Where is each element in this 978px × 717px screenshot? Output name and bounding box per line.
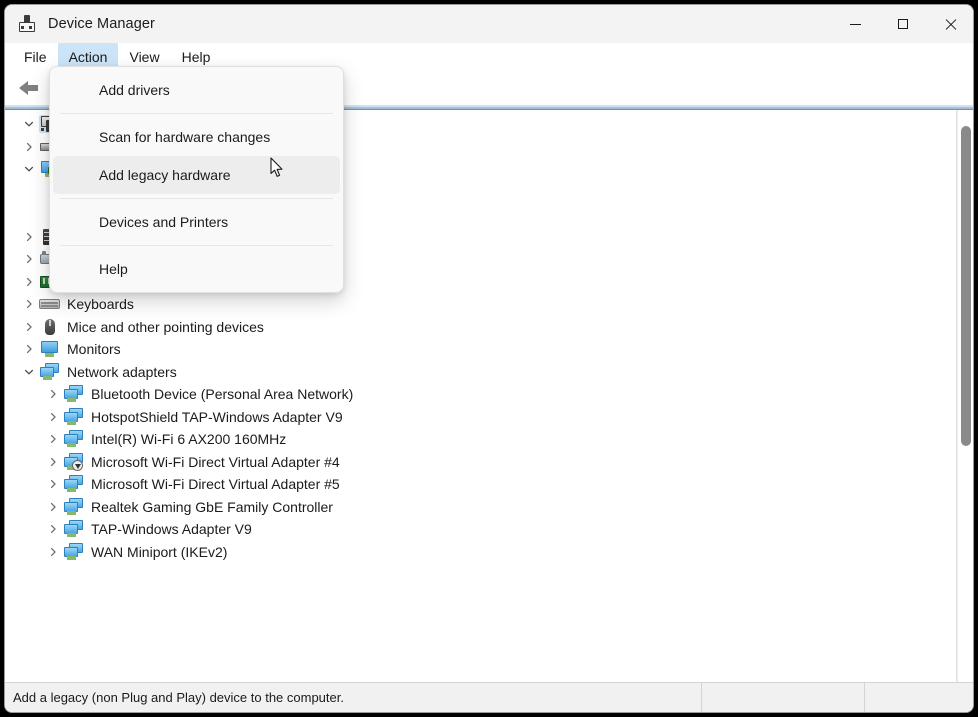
chevron-right-icon[interactable] xyxy=(19,277,39,287)
tree-row[interactable]: Intel(R) Wi-Fi 6 AX200 160MHz xyxy=(5,428,956,451)
tree-row[interactable]: TAP-Windows Adapter V9 xyxy=(5,518,956,541)
status-cell-3 xyxy=(865,683,973,713)
status-cell-2 xyxy=(702,682,865,712)
tree-row[interactable]: Keyboards xyxy=(5,293,956,316)
maximize-button[interactable] xyxy=(879,5,926,43)
tree-row-label: Network adapters xyxy=(67,363,177,380)
menu-item-help[interactable]: Help xyxy=(53,250,340,288)
menu-item-devices-and-printers[interactable]: Devices and Printers xyxy=(53,203,340,241)
device-manager-window: Device Manager FileActionViewHelp Disk d… xyxy=(4,4,974,713)
network-adapter-icon xyxy=(63,407,85,426)
tree-row[interactable]: Microsoft Wi-Fi Direct Virtual Adapter #… xyxy=(5,451,956,474)
tree-row-label: HotspotShield TAP-Windows Adapter V9 xyxy=(91,408,343,425)
back-button[interactable] xyxy=(13,74,47,102)
network-adapter-icon xyxy=(63,475,85,493)
chevron-right-icon[interactable] xyxy=(43,524,63,534)
network-adapter-icon xyxy=(63,520,85,538)
chevron-right-icon[interactable] xyxy=(43,412,63,422)
menu-item-add-legacy-hardware[interactable]: Add legacy hardware xyxy=(53,156,340,194)
tree-row[interactable]: WAN Miniport (IKEv2) xyxy=(5,541,956,564)
menu-item-scan-for-hardware-changes[interactable]: Scan for hardware changes xyxy=(53,118,340,156)
chevron-down-icon[interactable] xyxy=(19,367,39,377)
vertical-scrollbar[interactable] xyxy=(957,110,973,682)
tree-row-label: Mice and other pointing devices xyxy=(67,318,264,335)
chevron-right-icon[interactable] xyxy=(43,389,63,399)
menu-separator xyxy=(60,113,333,114)
tree-row-label: TAP-Windows Adapter V9 xyxy=(91,521,252,538)
chevron-right-icon[interactable] xyxy=(19,142,39,152)
status-message: Add a legacy (non Plug and Play) device … xyxy=(5,682,702,712)
window-title: Device Manager xyxy=(48,16,155,32)
network-adapter-icon xyxy=(39,362,61,381)
tree-row[interactable]: Monitors xyxy=(5,338,956,361)
tree-row-label: Bluetooth Device (Personal Area Network) xyxy=(91,386,354,403)
title-bar: Device Manager xyxy=(5,5,973,43)
network-adapter-disabled-icon xyxy=(63,452,85,471)
minimize-button[interactable] xyxy=(832,5,879,43)
monitor-icon xyxy=(39,340,61,358)
close-button[interactable] xyxy=(926,5,973,43)
tree-row-label: WAN Miniport (IKEv2) xyxy=(91,543,228,560)
menu-item-add-drivers[interactable]: Add drivers xyxy=(53,71,340,109)
device-manager-icon xyxy=(18,15,36,33)
chevron-right-icon[interactable] xyxy=(19,232,39,242)
tree-row-label: Microsoft Wi-Fi Direct Virtual Adapter #… xyxy=(91,453,340,470)
chevron-down-icon[interactable] xyxy=(19,119,39,129)
chevron-right-icon[interactable] xyxy=(43,547,63,557)
tree-row[interactable]: Bluetooth Device (Personal Area Network) xyxy=(5,383,956,406)
tree-row-label: Microsoft Wi-Fi Direct Virtual Adapter #… xyxy=(91,476,340,493)
network-adapter-icon xyxy=(63,430,85,448)
network-adapter-icon xyxy=(63,385,85,403)
chevron-down-icon[interactable] xyxy=(19,164,39,174)
tree-row[interactable]: Microsoft Wi-Fi Direct Virtual Adapter #… xyxy=(5,473,956,496)
network-adapter-icon xyxy=(63,542,85,561)
chevron-right-icon[interactable] xyxy=(19,344,39,354)
tree-row-label: Realtek Gaming GbE Family Controller xyxy=(91,498,333,515)
window-controls xyxy=(832,5,973,43)
chevron-right-icon[interactable] xyxy=(19,299,39,309)
chevron-right-icon[interactable] xyxy=(43,434,63,444)
chevron-right-icon[interactable] xyxy=(43,479,63,489)
back-arrow-icon xyxy=(19,79,41,97)
tree-row-label: Intel(R) Wi-Fi 6 AX200 160MHz xyxy=(91,431,287,448)
tree-row[interactable]: Network adapters xyxy=(5,361,956,384)
menu-separator xyxy=(60,198,333,199)
menu-file[interactable]: File xyxy=(13,43,58,70)
action-menu-dropdown[interactable]: Add drivers Scan for hardware changes Add … xyxy=(49,66,344,293)
status-bar: Add a legacy (non Plug and Play) device … xyxy=(5,682,973,712)
mouse-icon xyxy=(39,318,61,336)
network-adapter-icon xyxy=(63,497,85,516)
tree-row[interactable]: Realtek Gaming GbE Family Controller xyxy=(5,496,956,519)
chevron-right-icon[interactable] xyxy=(19,254,39,264)
chevron-right-icon[interactable] xyxy=(19,322,39,332)
tree-row[interactable]: HotspotShield TAP-Windows Adapter V9 xyxy=(5,406,956,429)
keyboard-icon xyxy=(39,295,61,313)
chevron-right-icon[interactable] xyxy=(43,502,63,512)
scrollbar-thumb[interactable] xyxy=(961,126,971,446)
chevron-right-icon[interactable] xyxy=(43,457,63,467)
tree-row-label: Monitors xyxy=(67,341,121,358)
tree-row-label: Keyboards xyxy=(67,296,134,313)
tree-row[interactable]: Mice and other pointing devices xyxy=(5,316,956,339)
menu-separator xyxy=(60,245,333,246)
